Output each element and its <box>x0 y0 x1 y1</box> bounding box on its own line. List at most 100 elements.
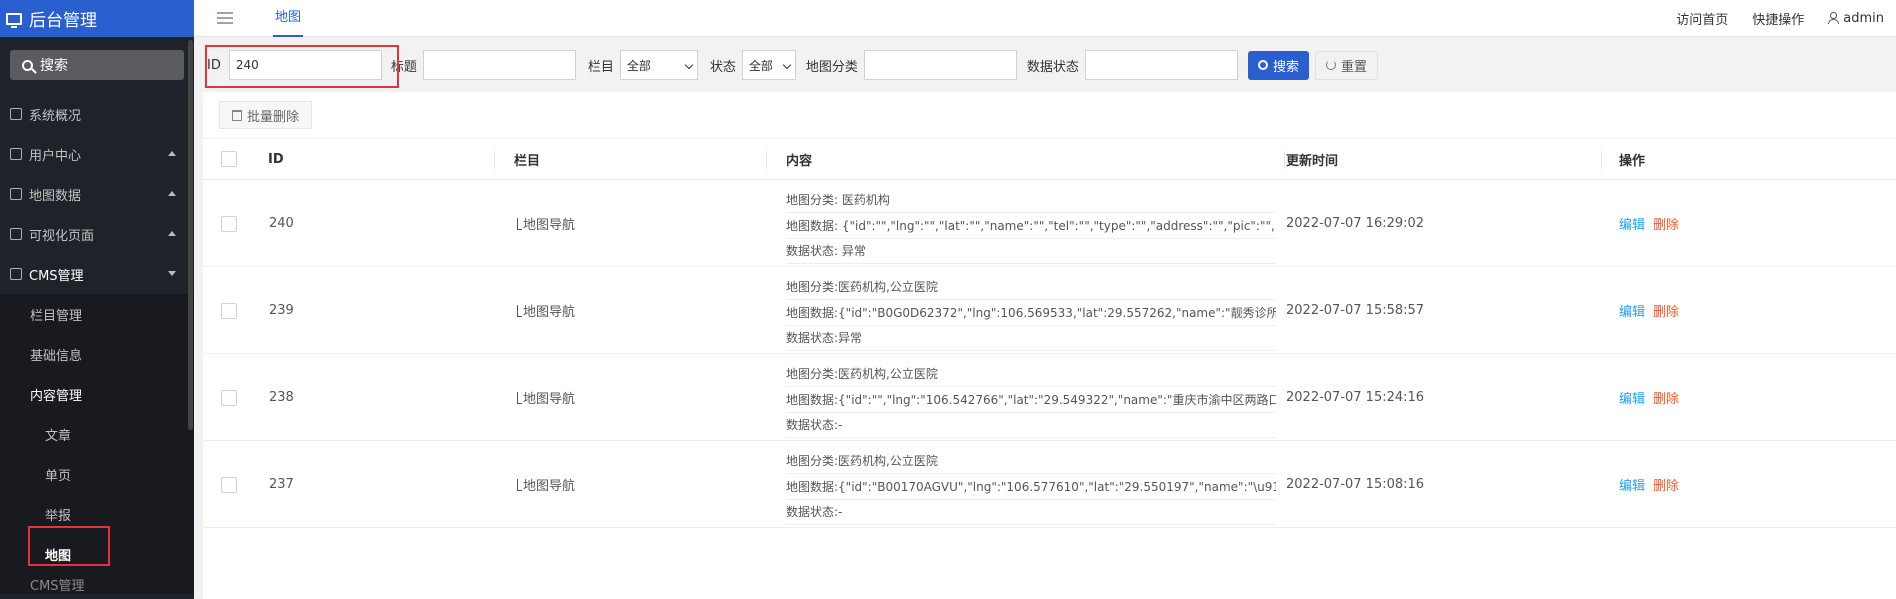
app-title: 后台管理 <box>29 11 97 31</box>
row-checkbox[interactable] <box>221 476 237 493</box>
column-select[interactable]: 全部 <box>619 50 698 80</box>
row-column: 地图导航 <box>517 181 575 266</box>
sidebar-item-users[interactable]: 用户中心 <box>0 134 194 174</box>
row-content-status: 数据状态: 异常 <box>786 242 1276 264</box>
monitor-icon <box>6 12 22 28</box>
sidebar-search[interactable]: 搜索 <box>10 50 184 80</box>
highlight-box-sidebar-map <box>28 526 110 566</box>
sidebar-item-label: 可视化页面 <box>29 228 95 244</box>
home-icon <box>10 108 22 120</box>
sidebar-item-visual-pages[interactable]: 可视化页面 <box>0 214 194 254</box>
row-column-label: 地图导航 <box>523 392 576 407</box>
header-column[interactable]: 栏目 <box>514 139 540 179</box>
category-input[interactable] <box>863 50 1017 80</box>
refresh-icon <box>1325 60 1336 70</box>
sidebar-item-column-manage[interactable]: 栏目管理 <box>0 294 194 334</box>
row-checkbox[interactable] <box>221 215 237 232</box>
row-column: 地图导航 <box>517 442 575 527</box>
tree-branch-icon <box>517 478 522 491</box>
tree-branch-icon <box>517 217 522 230</box>
row-ops: 编辑 删除 <box>1619 355 1679 440</box>
row-content: 地图分类: 医药机构 地图数据: {"id":"","lng":"","lat"… <box>786 181 1276 267</box>
row-content-status: 数据状态:- <box>786 503 1276 525</box>
sidebar-item-basic-info[interactable]: 基础信息 <box>0 334 194 374</box>
row-content-data: 地图数据:{"id":"","lng":"106.542766","lat":"… <box>786 391 1276 413</box>
sidebar-search-label: 搜索 <box>40 58 68 74</box>
search-button-label: 搜索 <box>1272 59 1299 75</box>
row-updated: 2022-07-07 16:29:02 <box>1286 216 1425 231</box>
status-select[interactable]: 全部 <box>741 50 796 80</box>
reset-button[interactable]: 重置 <box>1314 50 1378 80</box>
sidebar-item-label: 举报 <box>45 508 72 524</box>
column-divider <box>766 151 767 169</box>
title-input[interactable] <box>422 50 576 80</box>
sidebar-item-label: 用户中心 <box>29 148 82 164</box>
batch-delete-button[interactable]: 批量删除 <box>219 101 313 129</box>
row-content-status: 数据状态:- <box>786 416 1276 438</box>
column-divider <box>1601 151 1602 169</box>
table-row: 240 地图导航 地图分类: 医药机构 地图数据: {"id":"","lng"… <box>203 181 1896 267</box>
sidebar-item-map-data[interactable]: 地图数据 <box>0 174 194 214</box>
chevron-down-icon <box>782 60 792 70</box>
row-select-cell <box>221 442 237 527</box>
column-select-value: 全部 <box>626 58 651 73</box>
select-all-cell <box>221 139 237 179</box>
sidebar-item-label: 内容管理 <box>30 388 83 404</box>
tab-map[interactable]: 地图 <box>273 0 304 37</box>
brand-bar[interactable]: 后台管理 <box>0 0 194 37</box>
data-status-input[interactable] <box>1084 50 1238 80</box>
menu-toggle-icon[interactable] <box>217 12 233 24</box>
select-all-checkbox[interactable] <box>221 151 237 167</box>
trash-icon <box>232 109 242 121</box>
header-id[interactable]: ID <box>268 139 284 179</box>
row-content-data: 地图数据:{"id":"B0G0D62372","lng":106.569533… <box>786 304 1276 326</box>
header-content[interactable]: 内容 <box>786 139 812 179</box>
row-content-data: 地图数据:{"id":"B00170AGVU","lng":"106.57761… <box>786 478 1276 500</box>
delete-link[interactable]: 删除 <box>1653 301 1679 320</box>
header-links: 访问首页 快捷操作 admin <box>1652 0 1884 37</box>
sidebar-item-cms-cut[interactable]: CMS管理 <box>0 574 194 594</box>
user-menu[interactable]: admin <box>1828 11 1884 26</box>
sidebar-scrollbar[interactable] <box>188 40 193 430</box>
gear-icon <box>10 268 22 280</box>
chevron-down-icon <box>684 60 694 70</box>
row-updated: 2022-07-07 15:08:16 <box>1286 477 1425 492</box>
sidebar-item-label: CMS管理 <box>30 579 85 594</box>
link-quick-actions[interactable]: 快捷操作 <box>1752 9 1804 28</box>
app-root: 后台管理 搜索 系统概况 用户中心 地图数据 可视化页面 CMS管理 栏目管理 … <box>0 0 1896 599</box>
sidebar-item-article[interactable]: 文章 <box>0 414 194 454</box>
edit-link[interactable]: 编辑 <box>1619 301 1645 320</box>
sidebar-item-label: 基础信息 <box>30 348 83 364</box>
top-header: 地图 访问首页 快捷操作 admin <box>194 0 1896 37</box>
search-icon <box>22 59 33 71</box>
delete-link[interactable]: 删除 <box>1653 475 1679 494</box>
row-ops: 编辑 删除 <box>1619 442 1679 527</box>
reset-button-label: 重置 <box>1340 59 1367 75</box>
user-icon <box>1828 12 1840 24</box>
table-header: ID 栏目 内容 更新时间 操作 <box>203 138 1896 180</box>
row-content: 地图分类:医药机构,公立医院 地图数据:{"id":"","lng":"106.… <box>786 355 1276 441</box>
row-column-label: 地图导航 <box>523 218 576 233</box>
edit-link[interactable]: 编辑 <box>1619 388 1645 407</box>
sidebar-item-content-manage[interactable]: 内容管理 <box>0 374 194 414</box>
row-id: 238 <box>269 390 294 405</box>
delete-link[interactable]: 删除 <box>1653 214 1679 233</box>
delete-link[interactable]: 删除 <box>1653 388 1679 407</box>
users-icon <box>10 148 22 160</box>
row-content-status: 数据状态:异常 <box>786 329 1276 351</box>
sidebar-item-label: 单页 <box>45 468 72 484</box>
header-updated[interactable]: 更新时间 <box>1286 139 1338 179</box>
sidebar-item-label: CMS管理 <box>29 268 84 284</box>
row-content-data: 地图数据: {"id":"","lng":"","lat":"","name":… <box>786 217 1276 239</box>
row-content-category: 地图分类:医药机构,公立医院 <box>786 365 1276 387</box>
row-checkbox[interactable] <box>221 302 237 319</box>
sidebar-item-cms[interactable]: CMS管理 <box>0 254 194 294</box>
link-home[interactable]: 访问首页 <box>1676 9 1728 28</box>
sidebar-item-overview[interactable]: 系统概况 <box>0 94 194 134</box>
row-column: 地图导航 <box>517 268 575 353</box>
row-checkbox[interactable] <box>221 389 237 406</box>
edit-link[interactable]: 编辑 <box>1619 214 1645 233</box>
search-button[interactable]: 搜索 <box>1247 50 1309 80</box>
sidebar-item-single-page[interactable]: 单页 <box>0 454 194 494</box>
edit-link[interactable]: 编辑 <box>1619 475 1645 494</box>
